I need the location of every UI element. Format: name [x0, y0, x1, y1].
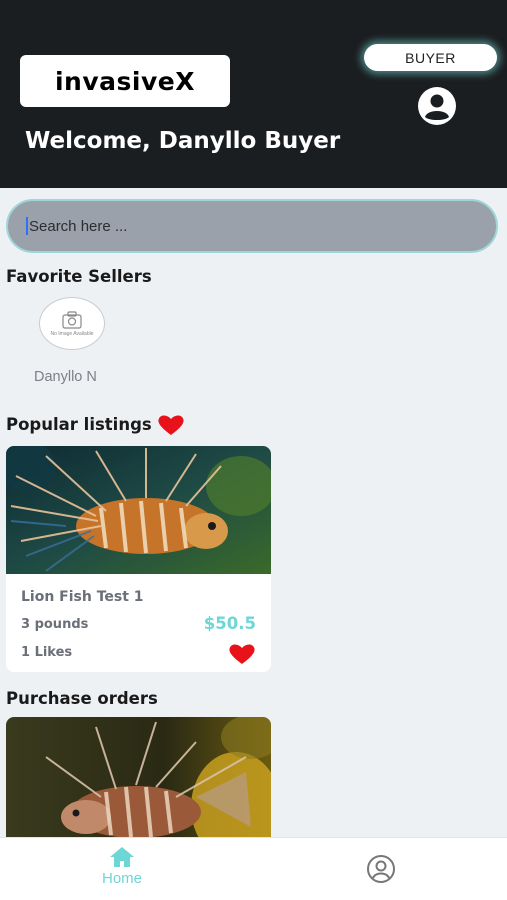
purchase-order-card[interactable] [6, 717, 271, 857]
profile-outline-icon[interactable] [366, 854, 396, 884]
camera-icon [62, 310, 82, 329]
role-badge[interactable]: BUYER [364, 44, 497, 71]
home-icon [110, 847, 134, 867]
favorite-sellers-title: Favorite Sellers [6, 267, 152, 286]
user-circle-icon[interactable] [417, 86, 457, 126]
popular-listings-title: Popular listings [6, 415, 152, 434]
search-input[interactable]: Search here ... [6, 199, 498, 253]
welcome-text: Welcome, Danyllo Buyer [25, 128, 341, 154]
app-logo: invasiveX [20, 55, 230, 107]
bottom-navigation: Home [0, 837, 507, 900]
text-cursor [26, 217, 28, 235]
lionfish-image [6, 717, 271, 857]
search-placeholder: Search here ... [29, 217, 128, 235]
listing-weight: 3 pounds [21, 617, 89, 632]
nav-home[interactable]: Home [92, 846, 152, 896]
listing-card[interactable]: Lion Fish Test 1 3 pounds $50.5 1 Likes [6, 446, 271, 672]
listing-title: Lion Fish Test 1 [21, 589, 144, 605]
heart-icon[interactable] [228, 643, 256, 665]
listing-price: $50.5 [203, 614, 256, 633]
no-image-text: No Image Available [50, 330, 94, 337]
lionfish-image [6, 446, 271, 574]
seller-name[interactable]: Danyllo N [34, 369, 97, 385]
seller-avatar[interactable]: No Image Available [39, 297, 105, 350]
listing-likes: 1 Likes [21, 645, 73, 660]
nav-home-label: Home [101, 870, 142, 887]
purchase-orders-title: Purchase orders [6, 689, 158, 708]
app-header: invasiveX BUYER Welcome, Danyllo Buyer [0, 0, 507, 188]
heart-icon [158, 415, 184, 435]
